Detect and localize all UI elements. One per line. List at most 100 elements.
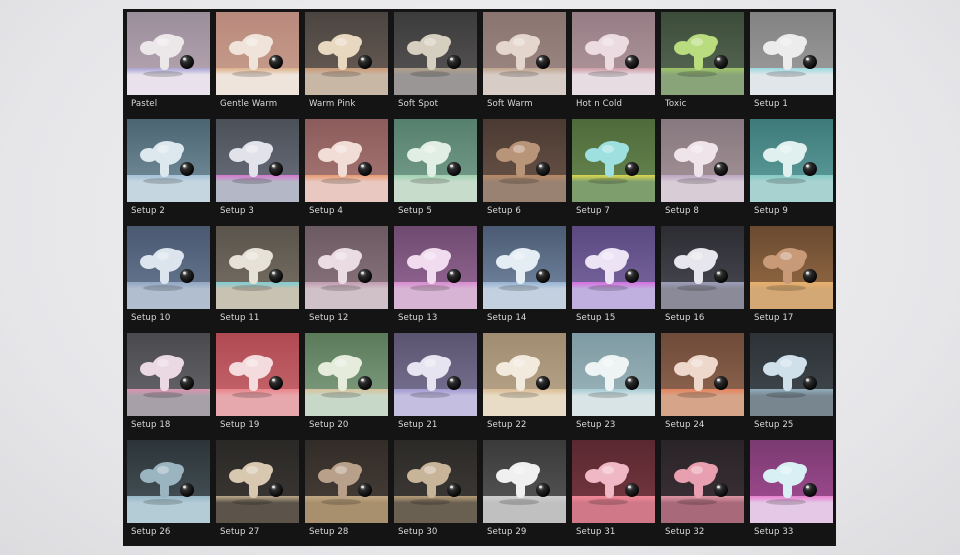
preset-tile[interactable]: Setup 20	[305, 333, 388, 435]
preset-label: Setup 32	[665, 527, 705, 537]
preset-tile[interactable]: Soft Warm	[483, 12, 566, 114]
preset-tile[interactable]: Setup 31	[572, 440, 655, 542]
preset-label: Setup 9	[754, 206, 788, 216]
preset-label: Setup 16	[665, 313, 705, 323]
preset-thumbnail	[483, 440, 566, 523]
preset-thumbnail	[483, 226, 566, 309]
preset-label: Soft Spot	[398, 99, 439, 109]
preset-tile[interactable]: Setup 6	[483, 119, 566, 221]
preset-label: Setup 19	[220, 420, 260, 430]
preset-tile[interactable]: Setup 8	[661, 119, 744, 221]
preset-thumbnail	[572, 440, 655, 523]
preset-thumbnail	[216, 333, 299, 416]
preset-thumbnail	[394, 333, 477, 416]
preset-label: Setup 31	[576, 527, 616, 537]
preset-label: Setup 20	[309, 420, 349, 430]
preset-label: Setup 10	[131, 313, 171, 323]
preset-thumbnail	[572, 119, 655, 202]
preset-tile[interactable]: Setup 23	[572, 333, 655, 435]
preset-thumbnail	[305, 440, 388, 523]
preset-thumbnail	[750, 440, 833, 523]
preset-label: Setup 2	[131, 206, 165, 216]
preset-thumbnail	[305, 12, 388, 95]
preset-tile[interactable]: Setup 9	[750, 119, 833, 221]
preset-label: Setup 3	[220, 206, 254, 216]
preset-label: Setup 18	[131, 420, 171, 430]
preset-tile[interactable]: Setup 16	[661, 226, 744, 328]
preset-tile[interactable]: Setup 7	[572, 119, 655, 221]
preset-tile[interactable]: Setup 19	[216, 333, 299, 435]
preset-tile[interactable]: Setup 21	[394, 333, 477, 435]
preset-tile[interactable]: Setup 22	[483, 333, 566, 435]
preset-thumbnail	[750, 226, 833, 309]
preset-thumbnail	[483, 12, 566, 95]
preset-label: Setup 7	[576, 206, 610, 216]
preset-thumbnail	[305, 333, 388, 416]
preset-tile[interactable]: Setup 15	[572, 226, 655, 328]
preset-tile[interactable]: Setup 11	[216, 226, 299, 328]
preset-tile[interactable]: Setup 3	[216, 119, 299, 221]
preset-tile[interactable]: Pastel	[127, 12, 210, 114]
preset-thumbnail	[483, 119, 566, 202]
preset-label: Setup 21	[398, 420, 438, 430]
preset-tile[interactable]: Setup 1	[750, 12, 833, 114]
preset-thumbnail	[750, 12, 833, 95]
preset-tile[interactable]: Warm Pink	[305, 12, 388, 114]
preset-label: Pastel	[131, 99, 158, 109]
preset-thumbnail	[661, 333, 744, 416]
preset-thumbnail	[661, 226, 744, 309]
preset-thumbnail	[394, 226, 477, 309]
preset-label: Gentle Warm	[220, 99, 278, 109]
preset-tile[interactable]: Setup 10	[127, 226, 210, 328]
preset-tile[interactable]: Setup 33	[750, 440, 833, 542]
preset-grid: Pastel Gentle Warm Warm Pink Soft Spot Soft …	[123, 9, 836, 546]
preset-thumbnail	[216, 12, 299, 95]
preset-tile[interactable]: Toxic	[661, 12, 744, 114]
preset-thumbnail	[572, 226, 655, 309]
preset-tile[interactable]: Setup 2	[127, 119, 210, 221]
preset-label: Setup 29	[487, 527, 527, 537]
preset-tile[interactable]: Setup 4	[305, 119, 388, 221]
preset-thumbnail	[661, 12, 744, 95]
preset-tile[interactable]: Setup 13	[394, 226, 477, 328]
preset-label: Setup 12	[309, 313, 349, 323]
preset-label: Setup 33	[754, 527, 794, 537]
preset-thumbnail	[127, 12, 210, 95]
preset-label: Soft Warm	[487, 99, 533, 109]
preset-tile[interactable]: Setup 30	[394, 440, 477, 542]
preset-tile[interactable]: Setup 18	[127, 333, 210, 435]
preset-label: Setup 8	[665, 206, 699, 216]
preset-label: Hot n Cold	[576, 99, 623, 109]
preset-thumbnail	[750, 119, 833, 202]
preset-thumbnail	[305, 119, 388, 202]
preset-label: Setup 25	[754, 420, 794, 430]
preset-thumbnail	[661, 119, 744, 202]
preset-thumbnail	[572, 12, 655, 95]
preset-tile[interactable]: Setup 32	[661, 440, 744, 542]
preset-tile[interactable]: Setup 17	[750, 226, 833, 328]
preset-label: Setup 22	[487, 420, 527, 430]
preset-thumbnail	[661, 440, 744, 523]
preset-thumbnail	[127, 119, 210, 202]
preset-label: Warm Pink	[309, 99, 356, 109]
preset-tile[interactable]: Setup 12	[305, 226, 388, 328]
preset-label: Setup 28	[309, 527, 349, 537]
preset-tile[interactable]: Soft Spot	[394, 12, 477, 114]
preset-tile[interactable]: Setup 5	[394, 119, 477, 221]
preset-label: Toxic	[665, 99, 687, 109]
preset-tile[interactable]: Gentle Warm	[216, 12, 299, 114]
preset-thumbnail	[394, 440, 477, 523]
preset-tile[interactable]: Setup 28	[305, 440, 388, 542]
preset-tile[interactable]: Setup 24	[661, 333, 744, 435]
preset-tile[interactable]: Setup 29	[483, 440, 566, 542]
preset-thumbnail	[483, 333, 566, 416]
preset-tile[interactable]: Setup 14	[483, 226, 566, 328]
preset-label: Setup 24	[665, 420, 705, 430]
preset-thumbnail	[750, 333, 833, 416]
preset-tile[interactable]: Setup 27	[216, 440, 299, 542]
preset-tile[interactable]: Setup 26	[127, 440, 210, 542]
preset-label: Setup 30	[398, 527, 438, 537]
preset-thumbnail	[127, 226, 210, 309]
preset-tile[interactable]: Setup 25	[750, 333, 833, 435]
preset-tile[interactable]: Hot n Cold	[572, 12, 655, 114]
